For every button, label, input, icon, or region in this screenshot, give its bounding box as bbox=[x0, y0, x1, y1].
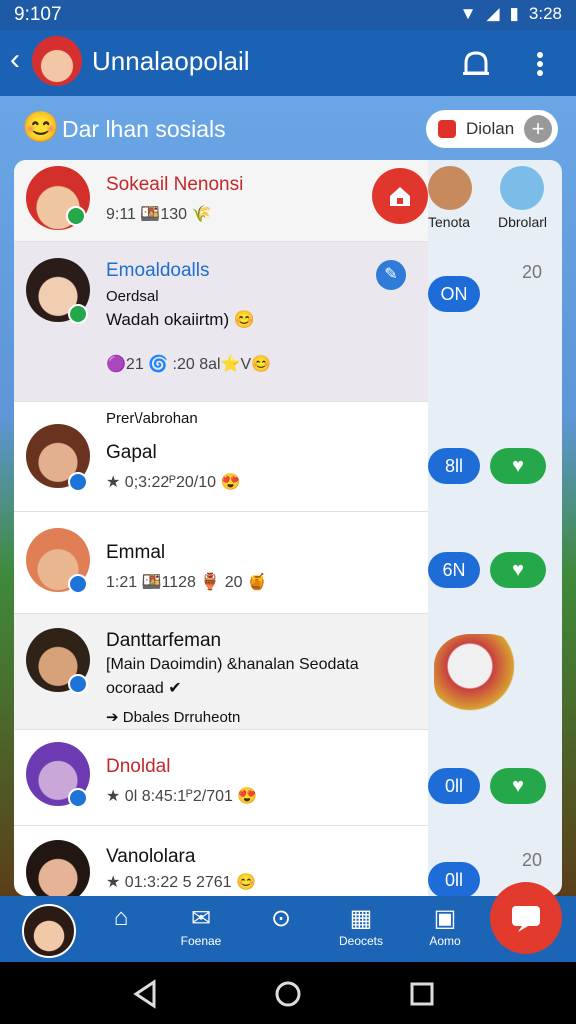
status-time: 9:107 bbox=[14, 4, 62, 25]
nav-label: Foenae bbox=[180, 934, 222, 948]
contact-name: Gapal bbox=[106, 442, 157, 463]
status-right: ▼ ◢ ▮ 3:28 bbox=[460, 4, 562, 24]
heart-button[interactable]: ♥ bbox=[490, 768, 546, 804]
nav-foenae[interactable]: ✉ Foenae bbox=[166, 904, 236, 948]
contact-name: Dnoldal bbox=[106, 756, 171, 777]
count-number: 20 bbox=[522, 262, 543, 282]
contact-name: Emmal bbox=[106, 542, 166, 563]
contact-sub2: Wadah okaiirtm) 😊 bbox=[106, 310, 256, 329]
list-item[interactable]: Danttarfeman [Main Daoimdin) &hanalan Se… bbox=[14, 614, 428, 730]
flag-icon bbox=[438, 120, 456, 138]
contact-meta: 🟣21 🌀 :20 8al⭐V😊 bbox=[106, 356, 272, 373]
wifi-icon: ▼ bbox=[459, 4, 477, 23]
list-item[interactable]: Emoaldoalls ✎ Oerdsal Wadah okaiirtm) 😊 … bbox=[14, 242, 428, 402]
contact-meta: ★ 0l 8:45:1ᴾ2/701 😍 bbox=[106, 788, 258, 805]
house-icon bbox=[390, 187, 410, 206]
more-icon[interactable] bbox=[528, 46, 552, 82]
contact-sub1: Oerdsal bbox=[106, 288, 159, 305]
system-nav-bar bbox=[0, 962, 576, 1024]
nav-label: Deocets bbox=[338, 934, 384, 948]
nav-label: Aomo bbox=[429, 934, 461, 948]
profile-avatar[interactable] bbox=[32, 36, 82, 86]
right-avatar-2[interactable] bbox=[500, 166, 544, 210]
nav-download[interactable]: ⊙ bbox=[246, 904, 316, 934]
contact-name: Emoaldoalls bbox=[106, 260, 210, 281]
plus-icon[interactable]: + bbox=[524, 115, 552, 143]
contact-meta: ★ 01:3:22 5 2761 😊 bbox=[106, 874, 256, 891]
nav-deocets[interactable]: ▦ Deocets bbox=[326, 904, 396, 948]
contact-name: Vanololara bbox=[106, 846, 196, 867]
back-icon[interactable]: ‹ bbox=[10, 44, 20, 76]
verified-icon bbox=[68, 574, 88, 594]
verified-icon bbox=[68, 472, 88, 492]
app-title: Unnalaopolail bbox=[92, 46, 250, 76]
avatar bbox=[26, 840, 90, 896]
signal-icon: ◢ bbox=[486, 4, 500, 23]
smiley-icon: 😊 bbox=[22, 111, 60, 144]
contact-meta: ★ 0;3:22ᴾ20/10 😍 bbox=[106, 474, 241, 491]
contact-name: Danttarfeman bbox=[106, 630, 222, 651]
app-bar: ‹ Unnalaopolail bbox=[0, 30, 576, 96]
right-panel: Tenota Dbrolarl 20 ON 8ll ♥ 6N ♥ 0ll ♥ 2… bbox=[420, 160, 562, 898]
nav-aomo[interactable]: ▣ Aomo bbox=[410, 904, 480, 948]
right-label-2: Dbrolarl bbox=[498, 214, 548, 230]
home-nav-icon[interactable] bbox=[268, 974, 308, 1014]
status-right-time: 3:28 bbox=[528, 4, 562, 23]
filter-pill[interactable]: Diolan + bbox=[426, 110, 558, 148]
contact-name: Sokeail Nenonsi bbox=[106, 174, 244, 195]
right-label-1: Tenota bbox=[428, 214, 471, 230]
heart-button[interactable]: ♥ bbox=[490, 448, 546, 484]
battery-icon: ▮ bbox=[509, 4, 519, 23]
section-title: Dar lhan sosials bbox=[62, 116, 226, 142]
count-number: 20 bbox=[522, 850, 543, 870]
list-item[interactable]: Vanololara ★ 01:3:22 5 2761 😊 bbox=[14, 826, 428, 896]
list-item[interactable]: Prer\/abrohan Gapal ★ 0;3:22ᴾ20/10 😍 bbox=[14, 402, 428, 512]
verified-icon bbox=[68, 674, 88, 694]
contact-extra: ➔ Dbales Drruheotn bbox=[106, 709, 241, 726]
verified-icon bbox=[68, 788, 88, 808]
me-avatar[interactable] bbox=[22, 904, 76, 958]
grid-icon: ▦ bbox=[349, 905, 373, 932]
compose-button[interactable] bbox=[490, 882, 562, 954]
chat-bubble-icon bbox=[512, 906, 540, 932]
bell-icon[interactable] bbox=[458, 46, 494, 82]
download-icon: ⊙ bbox=[270, 905, 292, 932]
chat-icon: ✉ bbox=[190, 905, 212, 932]
on-button[interactable]: 8ll bbox=[428, 448, 480, 484]
list-item[interactable]: Sokeail Nenonsi 9:11 🍱130 🌾 bbox=[14, 160, 428, 242]
verified-icon bbox=[68, 304, 88, 324]
contact-sub1: [Main Daoimdin) &hanalan Seodata bbox=[106, 656, 359, 673]
calendar-icon: ▣ bbox=[433, 905, 457, 932]
on-button[interactable]: ON bbox=[428, 276, 480, 312]
mascot-image bbox=[434, 634, 524, 714]
on-button[interactable]: 0ll bbox=[428, 862, 480, 898]
chat-list: Sokeail Nenonsi 9:11 🍱130 🌾 Emoaldoalls … bbox=[14, 160, 428, 896]
heart-button[interactable]: ♥ bbox=[490, 552, 546, 588]
contact-meta: 1:21 🍱1128 🏺 20 🍯 bbox=[106, 574, 267, 591]
contact-meta: 9:11 🍱130 🌾 bbox=[106, 206, 212, 223]
contact-header: Prer\/abrohan bbox=[106, 410, 198, 427]
pill-label: Diolan bbox=[466, 119, 515, 138]
on-button[interactable]: 6N bbox=[428, 552, 480, 588]
nav-home[interactable]: ⌂ bbox=[86, 904, 156, 934]
home-action-button[interactable] bbox=[372, 168, 428, 224]
edit-icon[interactable]: ✎ bbox=[376, 260, 406, 290]
list-item[interactable]: Emmal 1:21 🍱1128 🏺 20 🍯 bbox=[14, 512, 428, 614]
right-avatar-1[interactable] bbox=[428, 166, 472, 210]
status-bar: 9:107 ▼ ◢ ▮ 3:28 bbox=[0, 0, 576, 30]
recents-nav-icon[interactable] bbox=[402, 974, 442, 1014]
on-button[interactable]: 0ll bbox=[428, 768, 480, 804]
home-icon: ⌂ bbox=[113, 904, 129, 931]
contact-sub2: ocoraad ✔ bbox=[106, 680, 182, 697]
verified-icon bbox=[66, 206, 86, 226]
list-item[interactable]: Dnoldal ★ 0l 8:45:1ᴾ2/701 😍 bbox=[14, 730, 428, 826]
back-nav-icon[interactable] bbox=[126, 974, 166, 1014]
